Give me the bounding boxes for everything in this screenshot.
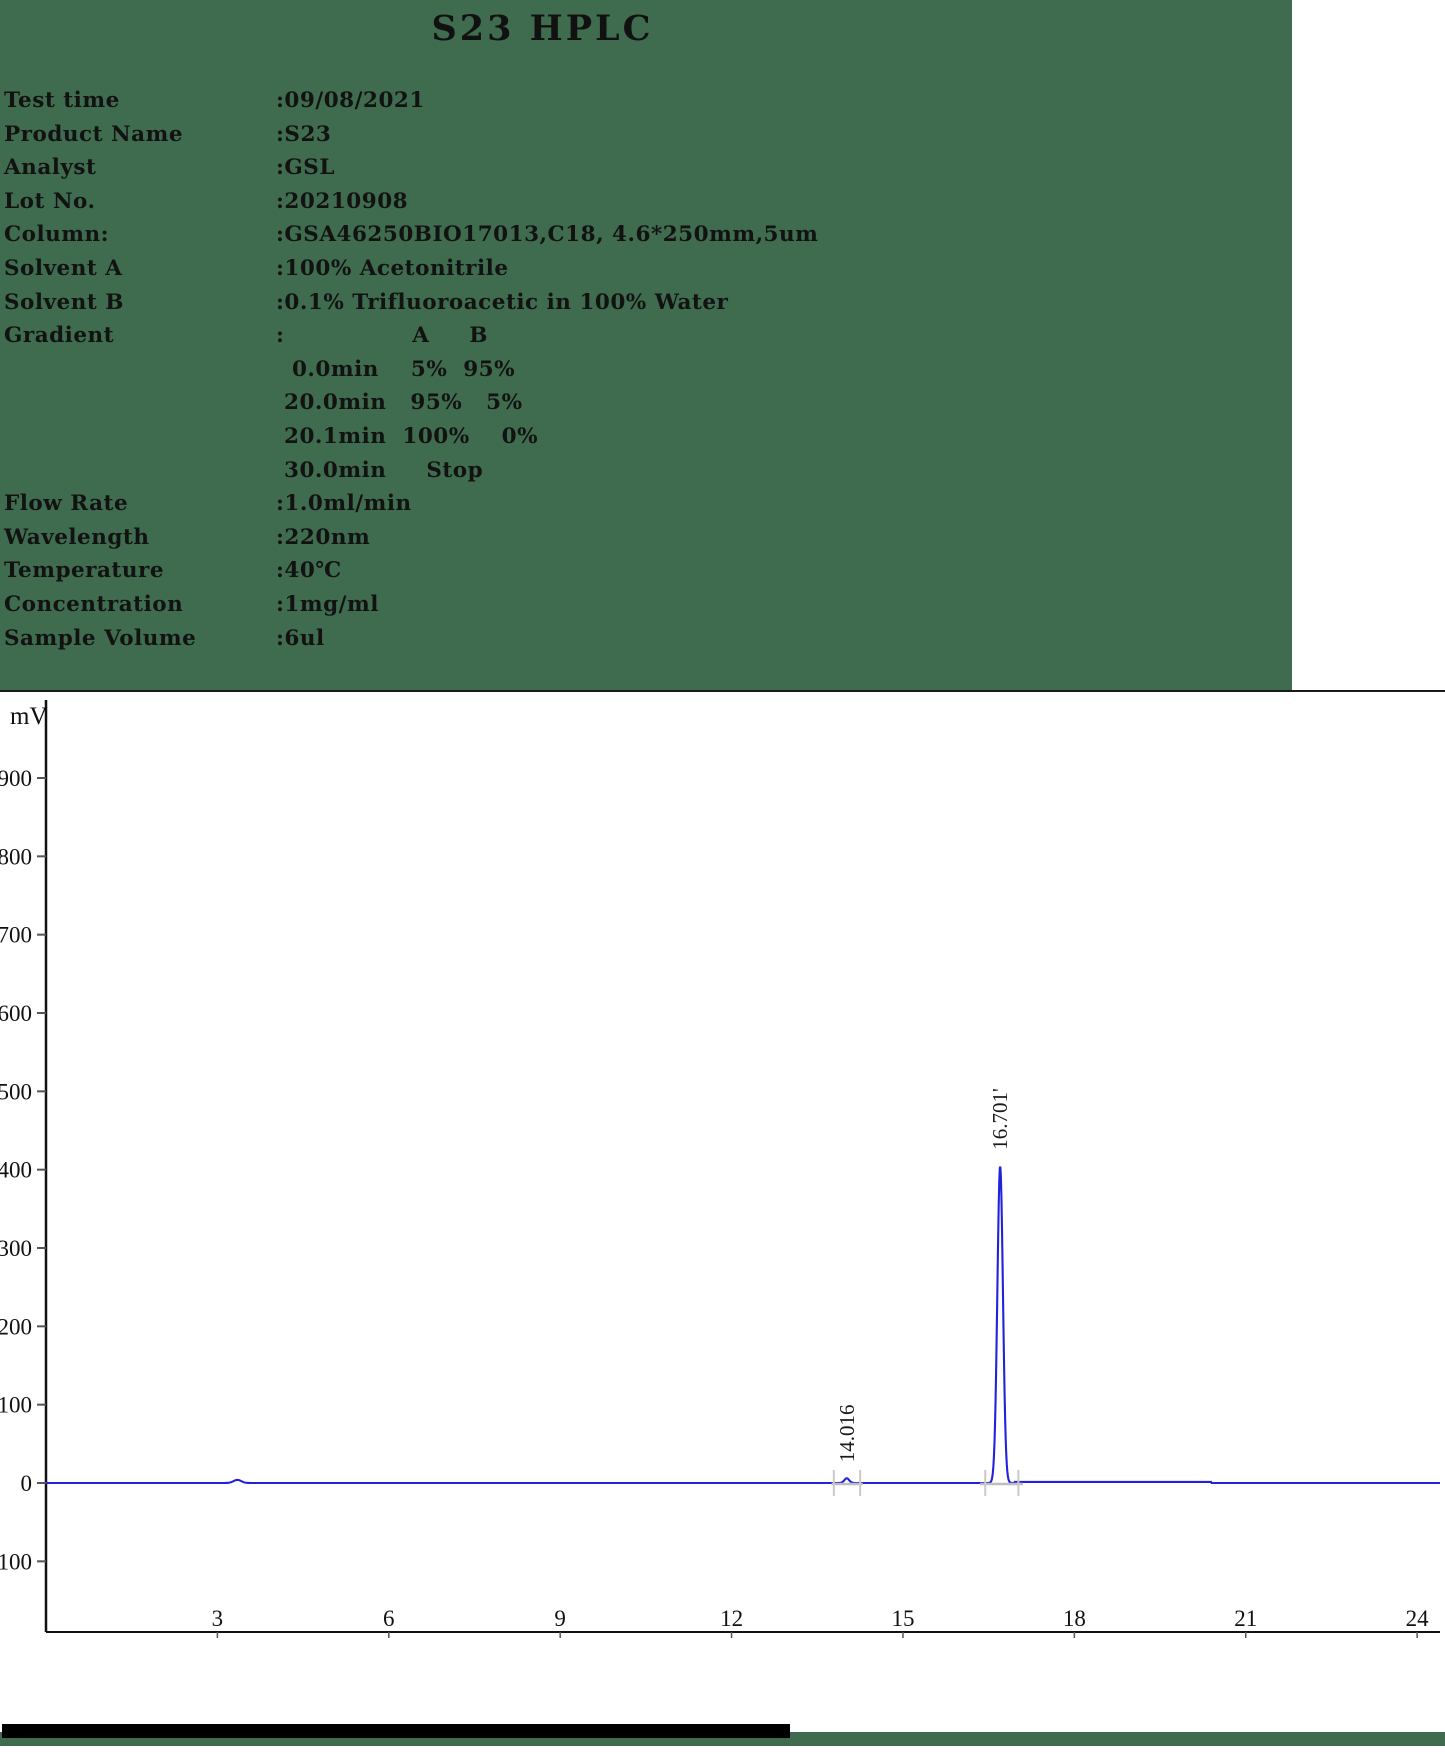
meta-row: Concentration :1mg/ml [4,592,379,626]
meta-label: Gradient [4,323,115,349]
y-tick-label: 800 [0,844,32,869]
y-axis-unit-label: mV [10,703,48,730]
chromatogram-plot: mV -100 0 100 200 300 400 500 600 700 800 900 3 6 9 1… [0,700,1440,1638]
meta-value: :100% Acetonitrile [276,256,509,281]
meta-label: Flow Rate [4,491,129,517]
x-tick-label: 6 [383,1606,395,1631]
meta-label: Sample Volume [4,625,197,651]
chromatogram-trace-group [46,1166,1440,1496]
meta-row: Column: :GSA46250BIO17013,C18, 4.6*250mm,… [4,222,818,256]
meta-row: Solvent B :0.1% Trifluoroacetic in 100% W… [4,290,728,324]
meta-row: Gradient : A B [4,323,488,357]
x-tick-label: 3 [212,1606,224,1631]
report-header-panel: S23 HPLC Test time :09/08/2021 Product Nam… [0,0,1292,690]
meta-value: :40℃ [276,558,342,584]
meta-label: Concentration [4,592,184,617]
x-axis-ticks: 3 6 9 12 15 18 21 24 [212,1606,1430,1638]
x-tick-label: 9 [554,1606,566,1631]
meta-row: Solvent A :100% Acetonitrile [4,256,509,290]
horizontal-scrollbar-thumb[interactable] [2,1724,790,1738]
peak-label: 16.701' [988,1088,1012,1150]
meta-value: :6ul [276,625,325,651]
meta-row: Product Name :S23 [4,122,331,156]
meta-value: :220nm [276,524,371,550]
meta-value: :S23 [276,121,332,147]
meta-row: Temperature :40℃ [4,558,342,592]
meta-label: Column: [4,222,110,248]
x-tick-label: 24 [1406,1606,1430,1631]
y-tick-label: 700 [0,923,32,948]
meta-label: Analyst [4,155,97,181]
y-tick-label: 0 [21,1471,33,1496]
meta-row: Test time :09/08/2021 [4,88,425,122]
chromatogram-trace [46,1166,1440,1485]
meta-label: Solvent A [4,256,123,281]
meta-value: : A B [276,323,488,349]
meta-value: :GSA46250BIO17013,C18, 4.6*250mm,5um [276,222,819,248]
meta-row: Lot No. :20210908 [4,189,408,223]
y-tick-label: 400 [0,1158,32,1183]
meta-value: :0.1% Trifluoroacetic in 100% Water [276,289,729,315]
meta-label: Lot No. [4,188,96,214]
x-tick-label: 18 [1063,1606,1086,1631]
meta-label: Solvent B [4,289,124,315]
meta-row: Analyst :GSL [4,155,335,189]
gradient-step-row: 20.1min 100% 0% [276,424,539,449]
y-tick-label: 200 [0,1314,32,1339]
x-tick-label: 15 [891,1606,914,1631]
peak-annotations: 14.016 16.701' [835,1088,1012,1462]
y-tick-label: 600 [0,1001,32,1026]
meta-label: Wavelength [4,524,150,550]
meta-label: Temperature [4,558,164,584]
y-tick-label: 500 [0,1079,32,1104]
y-tick-label: 900 [0,766,32,791]
y-tick-label: -100 [0,1549,32,1574]
meta-row: Sample Volume :6ul [4,626,325,660]
meta-label: Product Name [4,121,184,147]
page-title: S23 HPLC [431,8,654,49]
meta-row: Flow Rate :1.0ml/min [4,491,412,525]
meta-label: Test time [4,88,120,113]
x-tick-label: 21 [1234,1606,1257,1631]
y-axis-ticks: -100 0 100 200 300 400 500 600 700 800 900 [0,766,46,1574]
gradient-step-row: 0.0min 5% 95% [276,356,516,382]
chromatogram-panel: mV -100 0 100 200 300 400 500 600 700 800 900 3 6 9 1… [0,690,1445,1754]
y-tick-label: 300 [0,1236,32,1261]
meta-value: :09/08/2021 [276,88,425,113]
meta-row: Wavelength :220nm [4,525,370,559]
x-tick-label: 12 [720,1606,743,1631]
meta-value: :GSL [276,155,335,181]
peak-label: 14.016 [835,1405,859,1463]
meta-value: :20210908 [276,188,409,214]
meta-value: :1mg/ml [276,592,379,617]
horizontal-scrollbar-track[interactable] [0,1724,1445,1746]
meta-value: :1.0ml/min [276,491,412,517]
gradient-step-row: 20.0min 95% 5% [276,390,523,416]
gradient-step-row: 30.0min Stop [276,457,484,483]
y-tick-label: 100 [0,1393,32,1418]
